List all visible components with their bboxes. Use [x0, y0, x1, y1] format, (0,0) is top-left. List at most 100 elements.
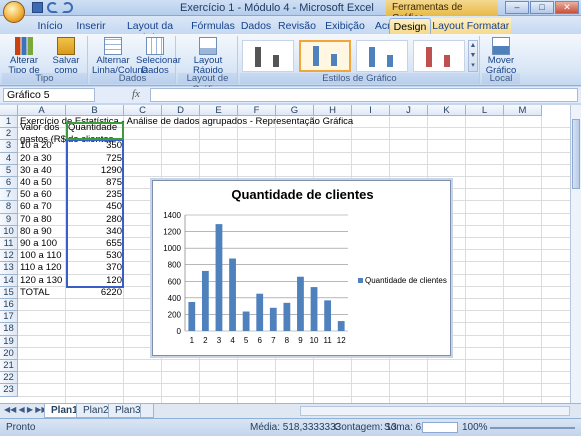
chart-style-1[interactable]	[242, 40, 294, 72]
formula-input[interactable]	[150, 88, 578, 102]
data-range-cell[interactable]: 120 a 130	[18, 275, 66, 287]
row-header-3[interactable]: 3	[0, 140, 18, 153]
tab-design[interactable]: Design	[389, 18, 431, 34]
chart-styles-more-button[interactable]: ▲ ▼ ▾	[468, 40, 478, 72]
undo-icon[interactable]	[47, 2, 58, 13]
column-header-g[interactable]: G	[276, 105, 314, 116]
column-header-b[interactable]: B	[66, 105, 124, 116]
chart-style-4[interactable]	[413, 40, 465, 72]
row-header-11[interactable]: 11	[0, 238, 18, 251]
total-label-cell[interactable]: TOTAL	[18, 287, 66, 299]
move-chart-button[interactable]: Mover Gráfico	[484, 36, 518, 76]
tab-formatar[interactable]: Formatar	[465, 18, 511, 34]
select-all-corner[interactable]	[0, 105, 18, 116]
redo-icon[interactable]	[62, 2, 73, 13]
name-box[interactable]: Gráfico 5	[3, 88, 95, 102]
row-header-7[interactable]: 7	[0, 189, 18, 202]
row-header-6[interactable]: 6	[0, 177, 18, 190]
column-header-j[interactable]: J	[390, 105, 428, 116]
tab-formulas[interactable]: Fórmulas	[188, 18, 238, 34]
row-header-10[interactable]: 10	[0, 225, 18, 238]
bar	[256, 293, 264, 331]
data-range-cell[interactable]: 40 a 50	[18, 177, 66, 189]
row-header-2[interactable]: 2	[0, 128, 18, 141]
column-header-a[interactable]: A	[18, 105, 66, 116]
column-header-i[interactable]: I	[352, 105, 390, 116]
data-range-cell[interactable]: 50 a 60	[18, 189, 66, 201]
tab-layout-pagina[interactable]: Layout da Página	[112, 18, 188, 44]
tab-revisao[interactable]: Revisão	[274, 18, 320, 34]
quick-layout-icon	[199, 37, 217, 55]
close-button[interactable]: ✕	[555, 1, 579, 14]
tab-inicio[interactable]: Início	[30, 18, 70, 34]
row-header-23[interactable]: 23	[0, 384, 18, 397]
fx-icon[interactable]: fx	[132, 88, 140, 100]
row-header-18[interactable]: 18	[0, 323, 18, 336]
bar	[324, 300, 332, 331]
row-header-4[interactable]: 4	[0, 152, 18, 165]
row-header-15[interactable]: 15	[0, 286, 18, 299]
tab-layout[interactable]: Layout	[431, 18, 465, 34]
switch-row-column-button[interactable]: Alternar Linha/Coluna	[92, 36, 148, 76]
tab-dados[interactable]: Dados	[238, 18, 274, 34]
data-range-cell[interactable]: 30 a 40	[18, 165, 66, 177]
column-header-m[interactable]: M	[504, 105, 542, 116]
data-range-cell[interactable]: 80 a 90	[18, 226, 66, 238]
column-header-d[interactable]: D	[162, 105, 200, 116]
row-header-16[interactable]: 16	[0, 299, 18, 312]
tab-inserir[interactable]: Inserir	[70, 18, 112, 34]
row-header-14[interactable]: 14	[0, 274, 18, 287]
row-header-1[interactable]: 1	[0, 116, 18, 129]
data-range-cell[interactable]: 10 a 20	[18, 140, 66, 152]
status-average: Média: 518,3333333	[250, 422, 342, 433]
column-header-c[interactable]: C	[124, 105, 162, 116]
chart-object[interactable]: Quantidade de clientes 0 200 400 600 800 1000…	[152, 180, 451, 356]
row-header-22[interactable]: 22	[0, 372, 18, 385]
horizontal-scrollbar[interactable]	[300, 406, 570, 416]
ribbon-tabs: Início Inserir Layout da Página Fórmulas…	[0, 16, 581, 44]
data-range-cell[interactable]: 20 a 30	[18, 153, 66, 165]
column-header-h[interactable]: H	[314, 105, 352, 116]
tab-exibicao[interactable]: Exibição	[320, 18, 370, 34]
vertical-scrollbar[interactable]	[570, 105, 581, 403]
view-buttons[interactable]	[422, 422, 458, 433]
zoom-level[interactable]: 100%	[462, 422, 488, 433]
series-name-highlight	[66, 122, 124, 141]
column-header-k[interactable]: K	[428, 105, 466, 116]
zoom-slider[interactable]	[490, 427, 575, 429]
insert-sheet-icon[interactable]	[140, 404, 154, 418]
save-icon[interactable]	[32, 2, 43, 13]
column-header-f[interactable]: F	[238, 105, 276, 116]
column-header-l[interactable]: L	[466, 105, 504, 116]
row-header-17[interactable]: 17	[0, 311, 18, 324]
maximize-button[interactable]: □	[530, 1, 554, 14]
row-header-21[interactable]: 21	[0, 360, 18, 373]
total-value-cell[interactable]: 6220	[66, 287, 124, 299]
data-range-cell[interactable]: 70 a 80	[18, 214, 66, 226]
data-range-cell[interactable]: 100 a 110	[18, 250, 66, 262]
row-header-20[interactable]: 20	[0, 347, 18, 360]
row-header-8[interactable]: 8	[0, 201, 18, 214]
chart-style-3[interactable]	[356, 40, 408, 72]
gridline	[18, 359, 570, 360]
chart-plot[interactable]: 02004006008001000120014001 2 3 4 5 6 7 8 9 10 11 12…	[153, 181, 450, 355]
scroll-thumb[interactable]	[572, 119, 580, 189]
data-range-cell[interactable]: 90 a 100	[18, 238, 66, 250]
row-header-12[interactable]: 12	[0, 250, 18, 263]
column-header-e[interactable]: E	[200, 105, 238, 116]
minimize-button[interactable]: –	[505, 1, 529, 14]
office-button[interactable]	[3, 1, 25, 23]
sheet-nav-arrows[interactable]: ◀◀ ◀ ▶ ▶▶	[4, 405, 48, 414]
quick-layout-button[interactable]: Layout Rápido	[184, 36, 232, 76]
chart-style-2[interactable]	[299, 40, 351, 72]
row-header-13[interactable]: 13	[0, 262, 18, 275]
row-header-19[interactable]: 19	[0, 335, 18, 348]
gridline	[18, 371, 570, 373]
header-valor-cell[interactable]: Valor dos	[18, 122, 66, 134]
row-header-9[interactable]: 9	[0, 213, 18, 226]
data-range-cell[interactable]: 110 a 120	[18, 262, 66, 274]
row-header-5[interactable]: 5	[0, 164, 18, 177]
group-layout-grafico: Layout Rápido Layout de Gráfico	[178, 36, 238, 95]
data-range-cell[interactable]: 60 a 70	[18, 201, 66, 213]
select-data-button[interactable]: Selecionar Dados	[136, 36, 181, 76]
